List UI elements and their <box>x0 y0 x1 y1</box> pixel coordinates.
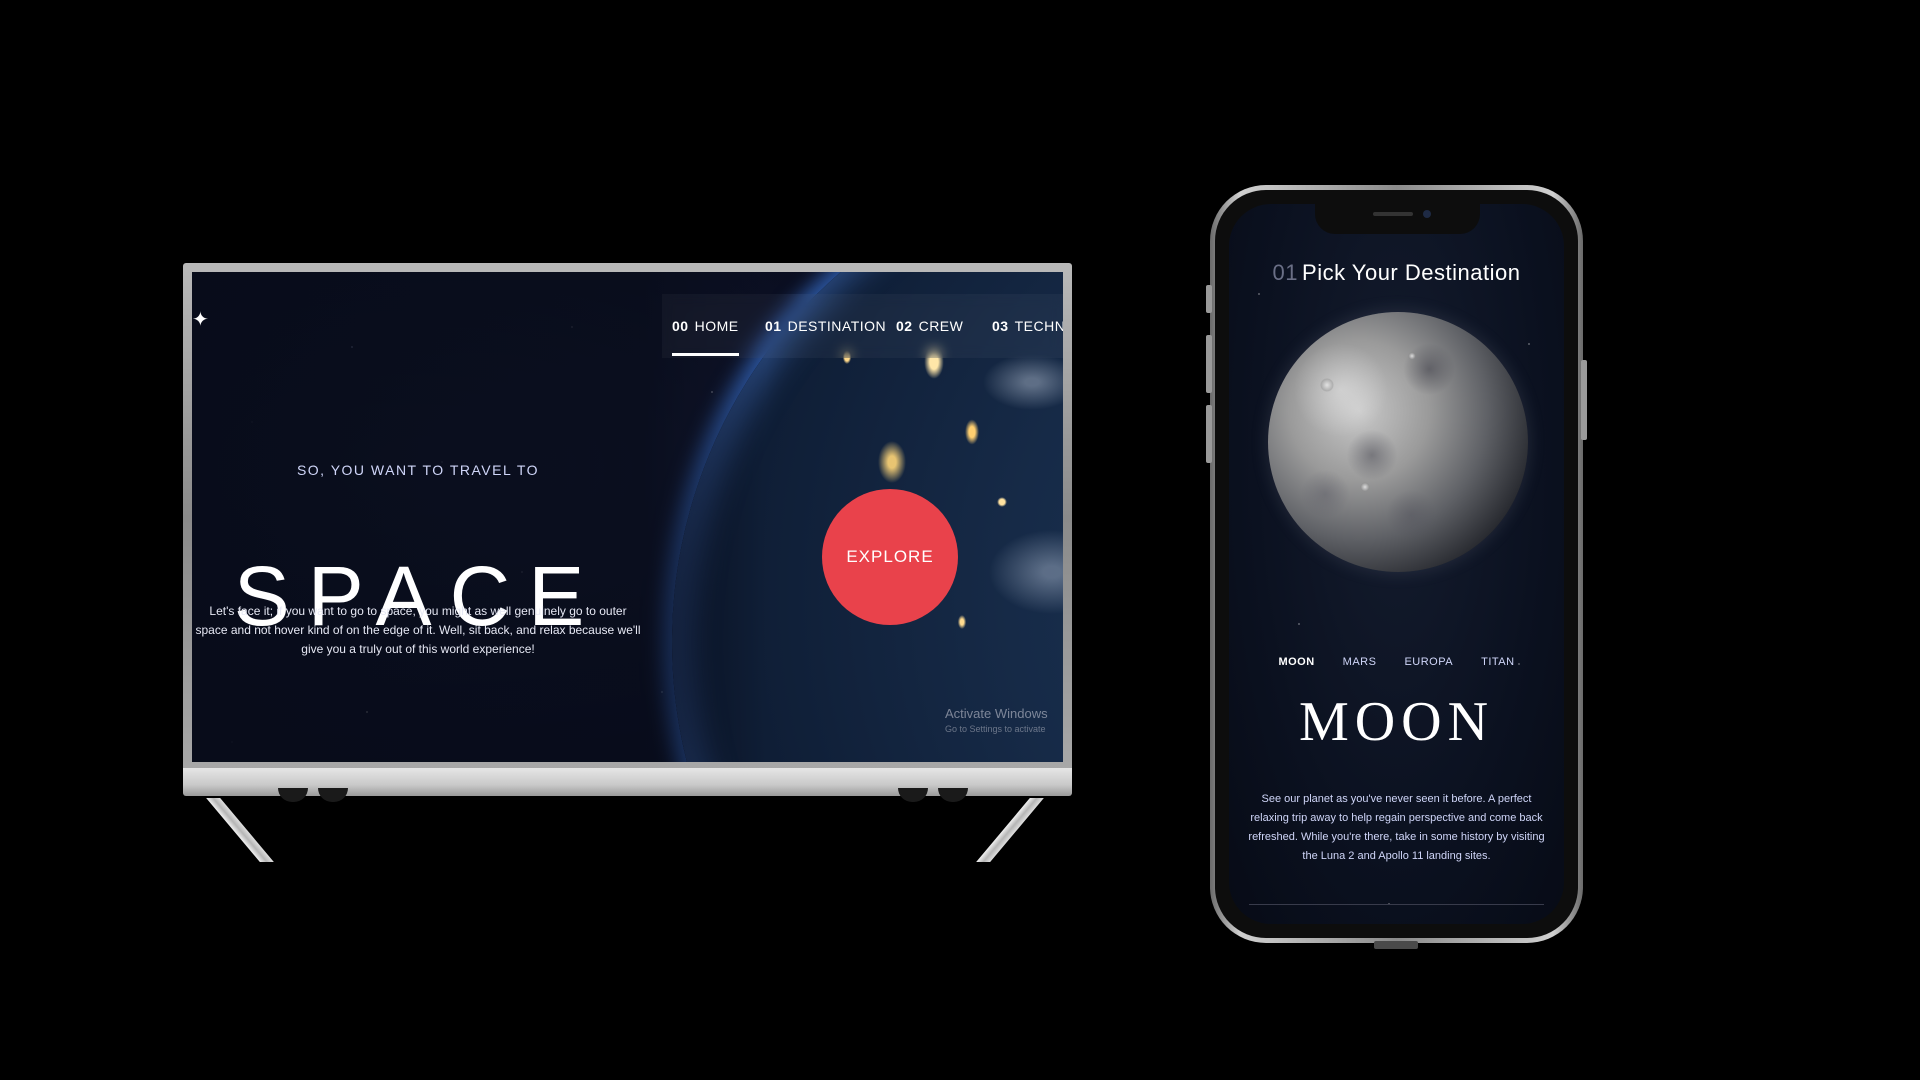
planet-name: MOON <box>1298 691 1495 753</box>
explore-button[interactable]: EXPLORE <box>822 489 958 625</box>
windows-watermark: Activate Windows <box>945 706 1048 721</box>
hero-eyebrow: SO, YOU WANT TO TRAVEL TO <box>296 462 540 478</box>
moon-crater <box>1408 352 1416 360</box>
tv-foot-knob <box>278 788 308 802</box>
phone-mockup: 01 Pick Your Destination MOON MARS EUROPA… <box>1206 185 1587 949</box>
planet-description: See our planet as you've never seen it b… <box>1248 793 1545 862</box>
nav-item-label: CREW <box>918 318 964 334</box>
nav-item-label: DESTINATION <box>787 318 887 334</box>
tab-europa[interactable]: EUROPA <box>1404 656 1453 668</box>
tab-titan[interactable]: TITAN <box>1481 656 1514 668</box>
showcase-stage: ✦ 00 HOME 01 DESTINATION 02 CREW 03 TECHNO S… <box>0 0 1920 1080</box>
logo-star-icon[interactable]: ✦ <box>192 308 209 330</box>
nav-item-label: TECHNO <box>1014 318 1063 334</box>
phone-volume-down <box>1206 405 1212 463</box>
nav-item-destination[interactable]: 01 DESTINATION <box>765 318 886 334</box>
phone-mute-switch <box>1206 285 1212 313</box>
tv-screen: ✦ 00 HOME 01 DESTINATION 02 CREW 03 TECHNO S… <box>192 272 1063 762</box>
nav-item-number: 00 <box>672 318 689 334</box>
nav-item-label: HOME <box>694 318 739 334</box>
heading-text: Pick Your Destination <box>1302 260 1521 285</box>
nav-item-number: 03 <box>992 318 1009 334</box>
tv-stand-leg-right <box>976 798 1044 862</box>
phone-volume-up <box>1206 335 1212 393</box>
nav-item-technology[interactable]: 03 TECHNO <box>992 318 1063 334</box>
nav-item-crew[interactable]: 02 CREW <box>896 318 963 334</box>
tv-mockup: ✦ 00 HOME 01 DESTINATION 02 CREW 03 TECHNO S… <box>183 263 1072 862</box>
tv-foot-knob <box>318 788 348 802</box>
phone-frame: 01 Pick Your Destination MOON MARS EUROPA… <box>1215 190 1578 938</box>
moon-image <box>1268 312 1528 572</box>
speaker-grille <box>1373 212 1413 216</box>
phone-notch <box>1315 204 1480 234</box>
tab-moon[interactable]: MOON <box>1278 656 1314 668</box>
phone-power-button <box>1581 360 1587 440</box>
moon-crater <box>1360 482 1370 492</box>
tv-foot-knob <box>898 788 928 802</box>
tv-stand-leg-left <box>206 798 274 862</box>
tv-nav-bar: 00 HOME 01 DESTINATION 02 CREW 03 TECHNO <box>662 294 1063 358</box>
front-camera-icon <box>1423 210 1431 218</box>
divider <box>1249 904 1544 905</box>
windows-watermark-subtext: Go to Settings to activate <box>945 724 1046 734</box>
moon-crater <box>1320 378 1334 392</box>
tv-foot-knob <box>938 788 968 802</box>
nav-item-home[interactable]: 00 HOME <box>672 318 739 356</box>
tab-mars[interactable]: MARS <box>1343 656 1377 668</box>
destination-tabs: MOON MARS EUROPA TITAN <box>1229 656 1564 668</box>
phone-bottom-port <box>1374 941 1418 949</box>
nav-item-number: 02 <box>896 318 913 334</box>
phone-screen: 01 Pick Your Destination MOON MARS EUROPA… <box>1229 204 1564 924</box>
destination-heading: 01 Pick Your Destination <box>1229 260 1564 286</box>
nav-item-number: 01 <box>765 318 782 334</box>
heading-number: 01 <box>1272 260 1299 285</box>
hero-description: Let's face it; if you want to go to spac… <box>195 604 641 656</box>
